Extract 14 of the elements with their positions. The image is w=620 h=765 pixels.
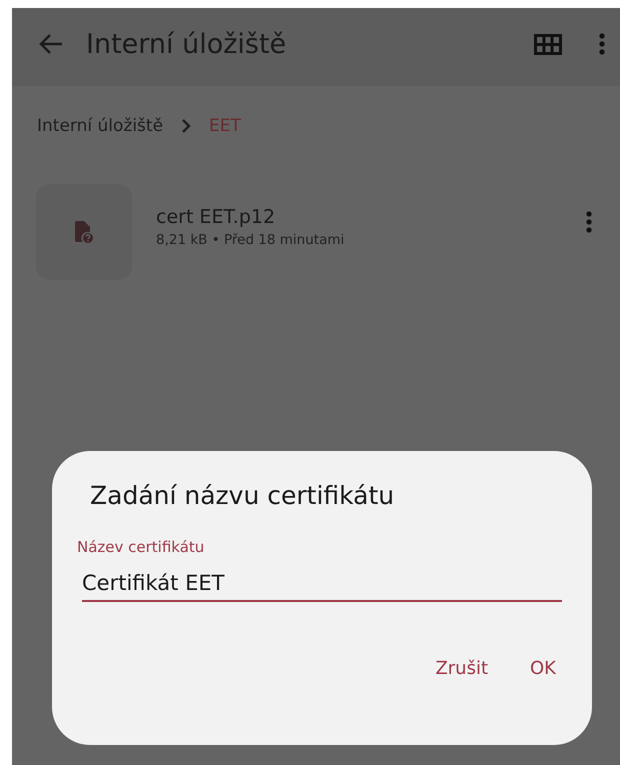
file-thumbnail[interactable] (36, 184, 132, 280)
more-icon[interactable] (598, 32, 606, 56)
file-details: 8,21 kB • Před 18 minutami (156, 232, 346, 248)
certificate-name-field[interactable]: Certifikát EET (82, 571, 562, 602)
dialog-button[interactable]: Zrušit (429, 654, 494, 683)
more-icon[interactable] (585, 210, 593, 234)
screen-title: Interní úložiště (86, 28, 288, 60)
file-question-icon (75, 221, 93, 243)
back-arrow-icon[interactable] (38, 33, 64, 55)
dialog-button[interactable]: OK (524, 654, 562, 683)
grid-view-icon[interactable] (534, 34, 562, 54)
field-label: Název certifikátu (77, 538, 206, 556)
dialog-title: Zadání názvu certifikátu (90, 481, 396, 510)
chevron-right-icon (181, 118, 192, 134)
